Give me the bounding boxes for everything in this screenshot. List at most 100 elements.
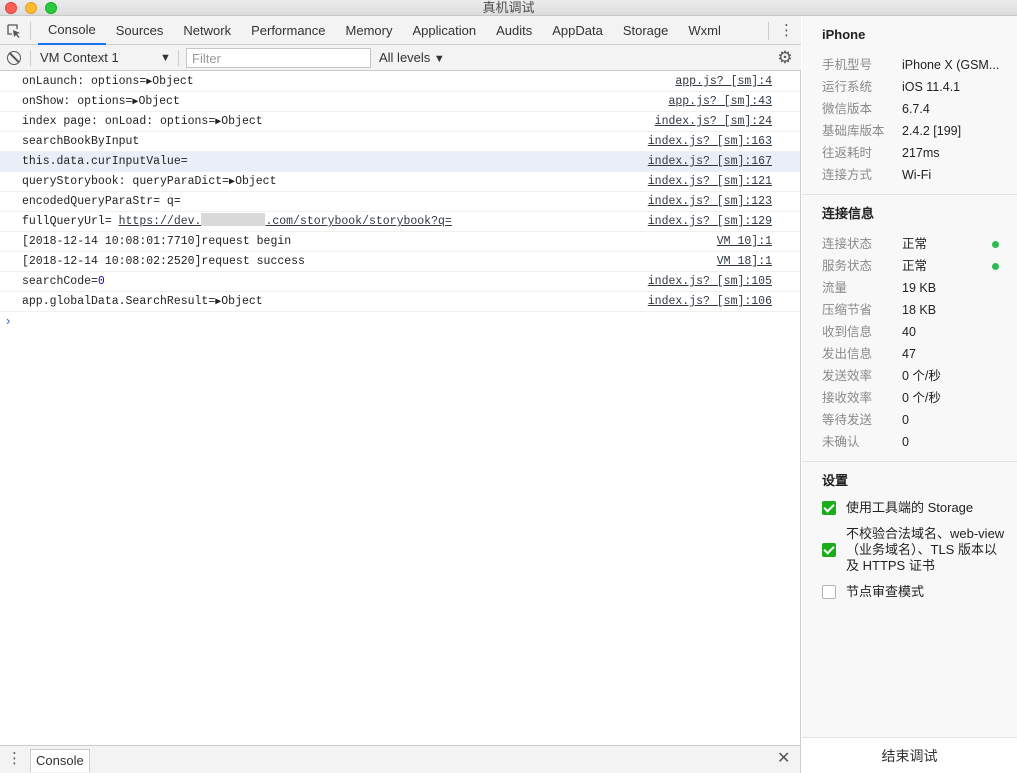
status-ok-icon — [992, 241, 999, 248]
tab-performance[interactable]: Performance — [241, 16, 335, 45]
tab-sources[interactable]: Sources — [106, 16, 174, 45]
clear-console-icon[interactable] — [7, 51, 21, 65]
prompt-icon: › — [6, 313, 11, 328]
checkbox[interactable] — [822, 501, 836, 515]
device-title: iPhone — [822, 27, 866, 42]
drawer-tab-console[interactable]: Console — [30, 749, 90, 772]
setting-option[interactable]: 使用工具端的 Storage — [802, 500, 1017, 516]
end-debug-button[interactable]: 结束调试 — [802, 737, 1017, 773]
devtools-tabs: Console Sources Network Performance Memory Ap… — [38, 16, 731, 45]
info-key: 微信版本 — [822, 102, 873, 116]
checkbox[interactable] — [822, 543, 836, 557]
info-value: 0 — [902, 435, 909, 449]
chevron-down-icon[interactable]: ▼ — [160, 45, 171, 71]
source-link[interactable]: app.js? [sm]:43 — [668, 92, 772, 111]
tab-storage[interactable]: Storage — [613, 16, 679, 45]
info-key: 等待发送 — [822, 413, 873, 427]
console-message: [2018-12-14 10:08:02:2520]request succes… — [22, 255, 305, 268]
device-panel: iPhone 手机型号 iPhone X (GSM... 运行系统 iOS 11.4.… — [802, 16, 1017, 773]
object-label[interactable]: Object — [221, 115, 262, 128]
device-info-list: 手机型号 iPhone X (GSM... 运行系统 iOS 11.4.1 微信版本 6.… — [802, 54, 1017, 186]
info-row: 等待发送 0 — [802, 409, 1017, 431]
object-label[interactable]: Object — [152, 75, 193, 88]
console-row: [2018-12-14 10:08:02:2520]request succes… — [0, 252, 800, 272]
source-link[interactable]: index.js? [sm]:167 — [648, 152, 772, 171]
info-row: 收到信息 40 — [802, 321, 1017, 343]
object-label[interactable]: Object — [221, 295, 262, 308]
console-row: searchBookByInput index.js? [sm]:163 — [0, 132, 800, 152]
source-link[interactable]: app.js? [sm]:4 — [675, 72, 772, 91]
console-message: onShow: options=▶Object — [22, 92, 180, 112]
number-value: 0 — [97, 275, 105, 288]
console-message: this.data.curInputValue= — [22, 155, 188, 168]
message-text: queryStorybook: queryParaDict= — [22, 175, 230, 188]
source-link[interactable]: index.js? [sm]:129 — [648, 212, 772, 231]
message-text: index page: onLoad: options= — [22, 115, 216, 128]
info-row: 服务状态 正常 — [802, 255, 1017, 277]
info-row: 连接方式 Wi-Fi — [802, 164, 1017, 186]
console-message: index page: onLoad: options=▶Object — [22, 112, 263, 132]
filter-input[interactable] — [186, 48, 371, 68]
console-row: searchCode=0 index.js? [sm]:105 — [0, 272, 800, 292]
settings-list: 使用工具端的 Storage 不校验合法域名、web-view（业务域名）、TLS… — [802, 500, 1017, 600]
tab-wxml[interactable]: Wxml — [678, 16, 731, 45]
source-link[interactable]: index.js? [sm]:106 — [648, 292, 772, 311]
object-label[interactable]: Object — [235, 175, 276, 188]
redacted-domain — [201, 213, 266, 226]
info-value: 正常 — [902, 259, 928, 273]
divider — [30, 50, 31, 66]
tab-appdata[interactable]: AppData — [542, 16, 613, 45]
info-value: 0 个/秒 — [902, 369, 941, 383]
console-message: onLaunch: options=▶Object — [22, 72, 194, 92]
inspect-icon[interactable] — [6, 23, 22, 39]
info-row: 未确认 0 — [802, 431, 1017, 453]
checkbox[interactable] — [822, 585, 836, 599]
source-link[interactable]: index.js? [sm]:121 — [648, 172, 772, 191]
info-row: 往返耗时 217ms — [802, 142, 1017, 164]
close-icon[interactable]: ✕ — [777, 750, 790, 768]
console-message: encodedQueryParaStr= q= — [22, 195, 181, 208]
info-value: 19 KB — [902, 281, 937, 295]
divider — [178, 50, 179, 66]
devtools-pane: Console Sources Network Performance Memory Ap… — [0, 16, 801, 773]
console-row: encodedQueryParaStr= q= index.js? [sm]:12… — [0, 192, 800, 212]
console-row: onShow: options=▶Object app.js? [sm]:43 — [0, 92, 800, 112]
chevron-down-icon: ▼ — [433, 53, 445, 65]
info-row: 微信版本 6.7.4 — [802, 98, 1017, 120]
setting-option[interactable]: 节点审查模式 — [802, 584, 1017, 600]
info-row: 手机型号 iPhone X (GSM... — [802, 54, 1017, 76]
kebab-icon[interactable]: ⋮ — [7, 750, 22, 768]
object-label[interactable]: Object — [138, 95, 179, 108]
setting-option[interactable]: 不校验合法域名、web-view（业务域名）、TLS 版本以及 HTTPS 证书 — [802, 526, 1017, 574]
console-row: onLaunch: options=▶Object app.js? [sm]:4 — [0, 72, 800, 92]
url-link[interactable]: https://dev. .com/storybook/storybook?q= — [119, 213, 452, 228]
tab-console[interactable]: Console — [38, 16, 106, 45]
info-value: 47 — [902, 347, 916, 361]
settings-gear-icon[interactable]: ⚙ — [776, 49, 794, 67]
context-select[interactable]: VM Context 1 — [40, 45, 172, 71]
tab-network[interactable]: Network — [173, 16, 241, 45]
info-value: 6.7.4 — [902, 102, 930, 116]
info-key: 基础库版本 — [822, 124, 885, 138]
tab-audits[interactable]: Audits — [486, 16, 542, 45]
kebab-icon[interactable]: ⋮ — [779, 22, 794, 40]
source-link[interactable]: index.js? [sm]:123 — [648, 192, 772, 211]
info-key: 未确认 — [822, 435, 860, 449]
source-link[interactable]: index.js? [sm]:163 — [648, 132, 772, 151]
console-prompt-row[interactable]: › — [0, 312, 800, 332]
info-key: 往返耗时 — [822, 146, 873, 160]
source-link[interactable]: index.js? [sm]:24 — [655, 112, 772, 131]
message-text: searchCode= — [22, 275, 98, 288]
connection-info-list: 连接状态 正常 服务状态 正常 流量 19 KB 压缩节省 18 KB 收到信息 40 发出信息 47… — [802, 233, 1017, 453]
setting-label: 不校验合法域名、web-view（业务域名）、TLS 版本以及 HTTPS 证书 — [846, 526, 1005, 573]
tab-application[interactable]: Application — [402, 16, 486, 45]
info-row: 发出信息 47 — [802, 343, 1017, 365]
tab-memory[interactable]: Memory — [336, 16, 403, 45]
connection-title: 连接信息 — [822, 206, 875, 221]
source-link[interactable]: index.js? [sm]:105 — [648, 272, 772, 291]
source-link[interactable]: VM 10]:1 — [717, 232, 772, 251]
source-link[interactable]: VM 18]:1 — [717, 252, 772, 271]
settings-section: 设置 使用工具端的 Storage 不校验合法域名、web-view（业务域名）、… — [802, 462, 1017, 600]
log-levels-select[interactable]: All levels ▼ — [379, 45, 445, 72]
divider — [30, 22, 31, 40]
